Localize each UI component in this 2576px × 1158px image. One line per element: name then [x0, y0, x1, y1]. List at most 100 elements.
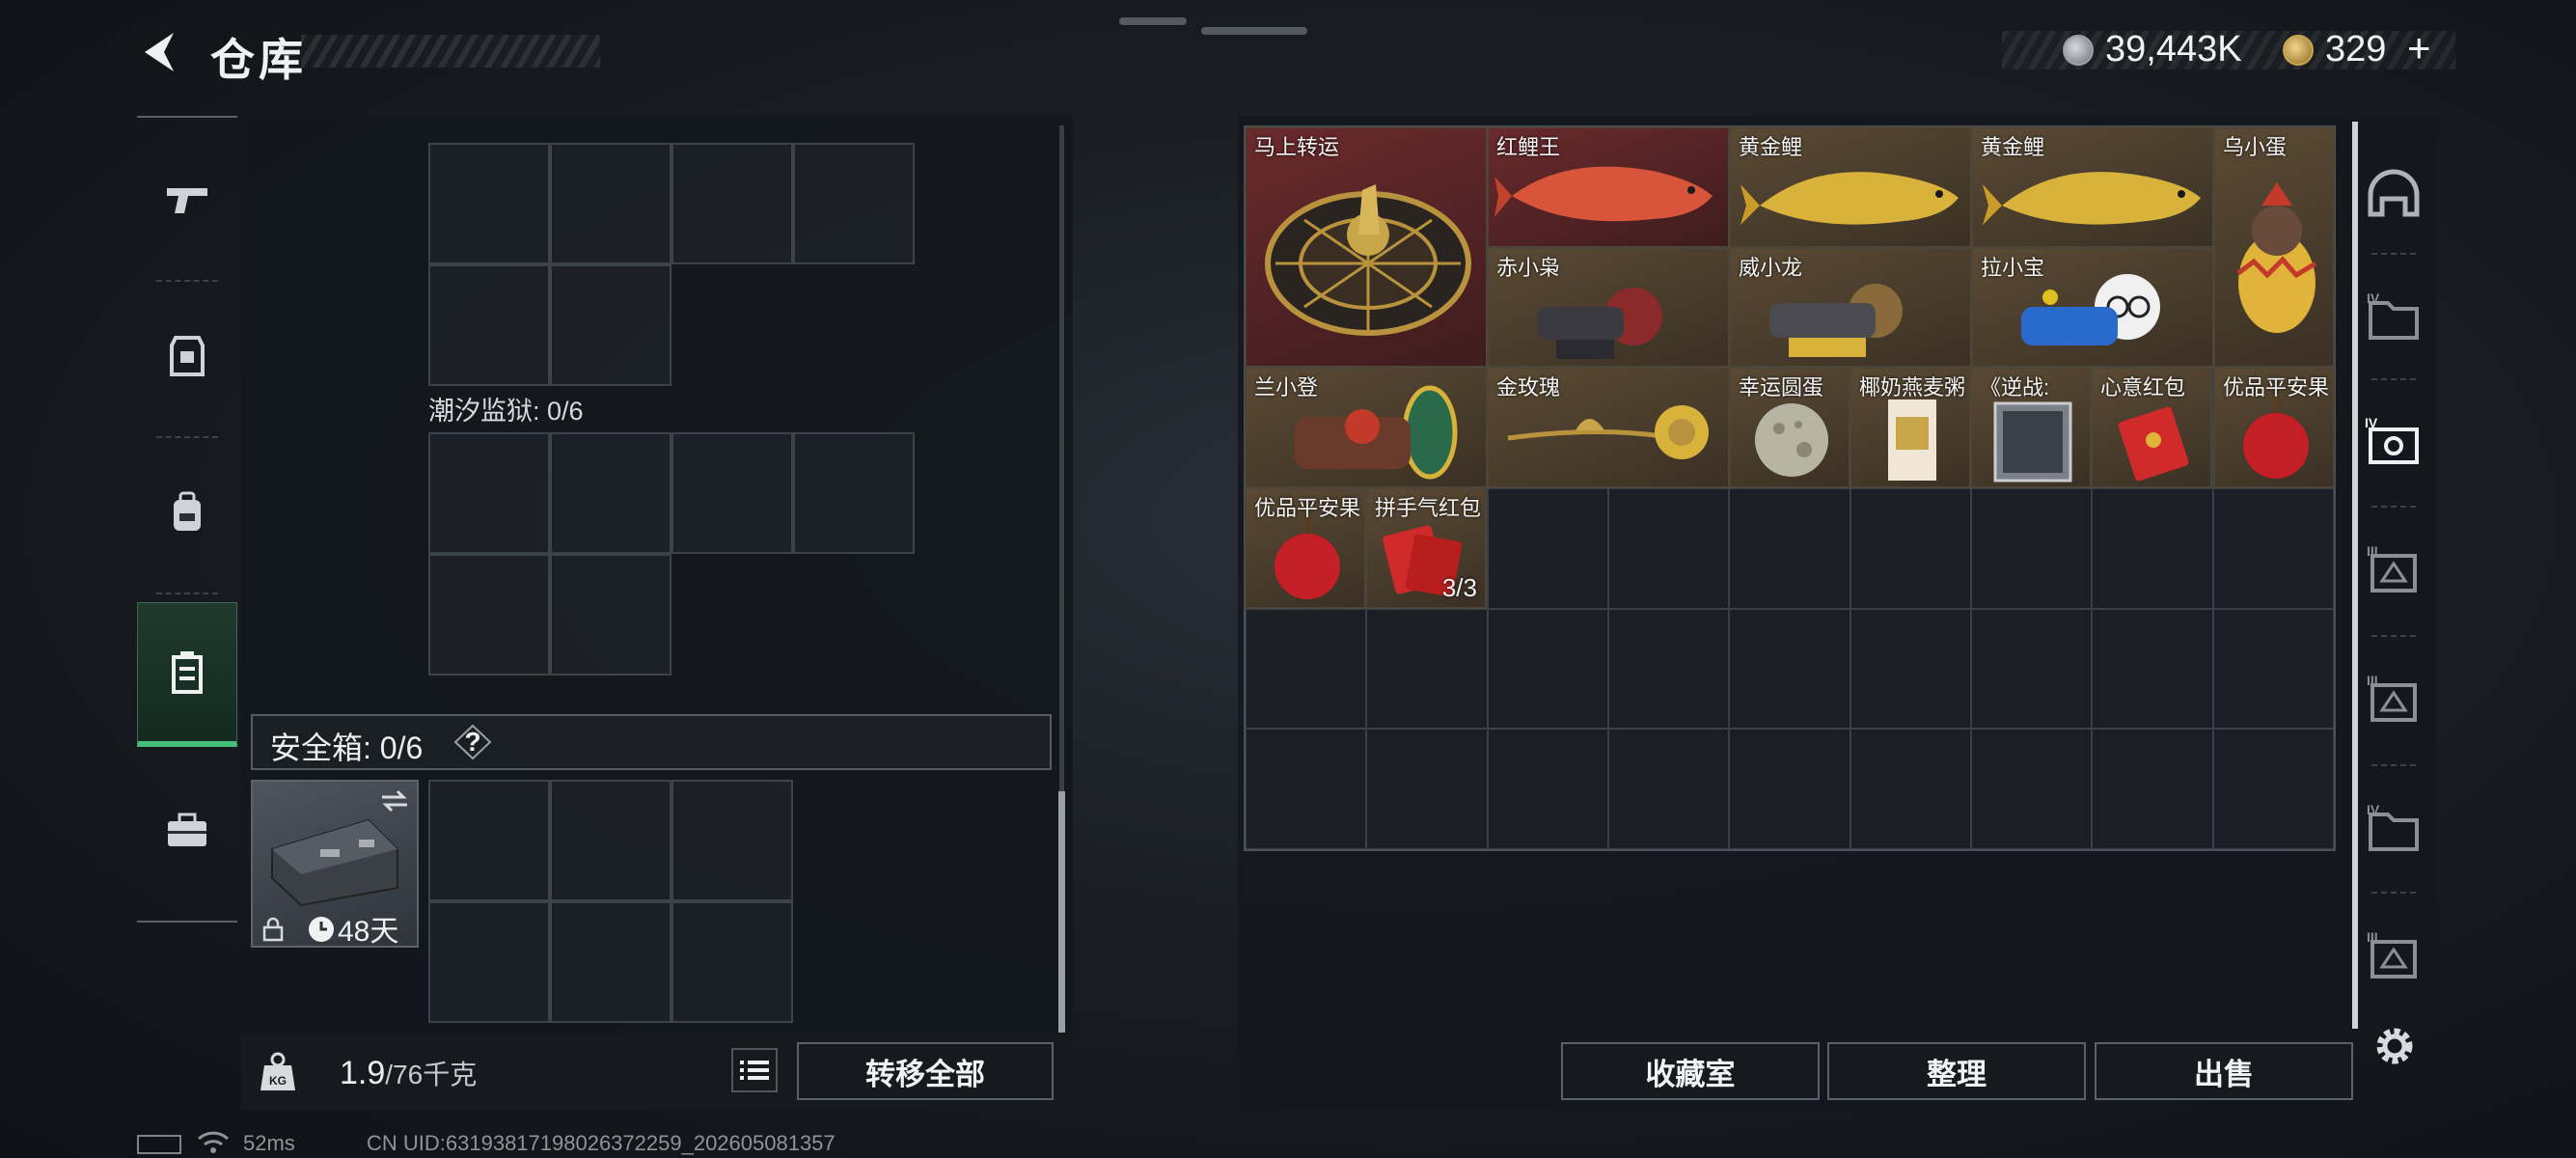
stash-tab[interactable]: III — [2358, 511, 2429, 627]
stash-slot[interactable] — [1850, 488, 1971, 609]
red-envelope-icon — [2118, 406, 2189, 482]
lock-icon — [262, 917, 284, 942]
stash-slot[interactable] — [1850, 729, 1971, 849]
stash-slot[interactable] — [1729, 488, 1850, 609]
settings-gear-icon[interactable] — [2370, 1021, 2420, 1071]
grid-slot[interactable] — [793, 143, 915, 264]
stash-slot[interactable] — [1366, 729, 1488, 849]
stash-tab[interactable]: IV — [2358, 770, 2429, 886]
stash-slot[interactable] — [1608, 729, 1730, 849]
item-count: 3/3 — [1441, 573, 1477, 602]
stash-slot[interactable] — [1608, 608, 1730, 730]
nav-containers[interactable] — [137, 602, 237, 747]
organize-button[interactable]: 整理 — [1827, 1042, 2086, 1100]
stash-tab[interactable]: IV — [2358, 259, 2429, 374]
list-view-button[interactable] — [731, 1048, 778, 1092]
stash-tab[interactable]: III — [2358, 897, 2429, 1013]
inventory-item[interactable]: 优品平安果 — [1245, 487, 1366, 609]
inventory-item[interactable]: 黄金鲤 — [1971, 126, 2214, 248]
ping-text: 52ms — [243, 1131, 295, 1155]
figurine-icon — [1295, 385, 1458, 480]
moon-egg-icon — [1755, 403, 1828, 477]
inventory-item[interactable]: 赤小枭 — [1487, 247, 1730, 368]
stash-slot[interactable] — [2212, 488, 2334, 609]
collection-room-button[interactable]: 收藏室 — [1561, 1042, 1820, 1100]
grid-slot[interactable] — [793, 432, 915, 554]
stash-slot[interactable] — [1608, 488, 1730, 609]
stash-slot[interactable] — [1246, 608, 1367, 730]
inventory-item[interactable]: 乌小蛋 — [2213, 126, 2335, 368]
add-currency-button[interactable]: + — [2407, 25, 2431, 71]
svg-text:III: III — [2367, 929, 2378, 945]
weight-max: /76千克 — [385, 1060, 478, 1089]
grid-slot[interactable] — [550, 143, 671, 264]
inventory-item[interactable]: 拉小宝 — [1971, 247, 2214, 368]
stash-slot[interactable] — [2212, 729, 2334, 849]
transfer-all-button[interactable]: 转移全部 — [797, 1042, 1054, 1100]
stash-slot[interactable] — [2092, 608, 2213, 730]
grid-slot[interactable] — [428, 264, 550, 386]
safebox-slot[interactable] — [671, 780, 793, 901]
stash-slot[interactable] — [1366, 608, 1488, 730]
nav-armor[interactable] — [137, 284, 237, 428]
stash-slot[interactable] — [1246, 729, 1367, 849]
inventory-item[interactable]: 威小龙 — [1729, 247, 1972, 368]
grid-slot[interactable] — [671, 432, 793, 554]
grid-slot[interactable] — [550, 432, 671, 554]
safebox-slot[interactable] — [428, 780, 550, 901]
inventory-item[interactable]: 黄金鲤 — [1729, 126, 1972, 248]
back-arrow-icon[interactable] — [135, 27, 183, 77]
grid-slot[interactable] — [671, 143, 793, 264]
grid-slot[interactable] — [428, 143, 550, 264]
inventory-item[interactable]: 优品平安果 — [2213, 367, 2335, 488]
grid-slot[interactable] — [428, 432, 550, 554]
red-carp-icon — [1494, 166, 1713, 222]
help-label: ? — [464, 727, 481, 757]
svg-text:KG: KG — [269, 1074, 287, 1088]
swap-icon[interactable] — [378, 787, 411, 814]
weight-current: 1.9 — [340, 1055, 386, 1091]
stash-slot[interactable] — [1487, 488, 1608, 609]
inventory-item[interactable]: 金玫瑰 — [1487, 367, 1730, 488]
nav-toolbox[interactable] — [137, 758, 237, 903]
stash-slot[interactable] — [2092, 488, 2213, 609]
inventory-item[interactable]: 拼手气红包 3/3 — [1365, 487, 1487, 609]
inventory-item[interactable]: 幸运圆蛋 — [1729, 367, 1850, 488]
stash-slot[interactable] — [1971, 608, 2093, 730]
nav-backpack[interactable] — [137, 440, 237, 585]
inventory-item[interactable]: 《逆战: — [1970, 367, 2092, 488]
carry-weight: 1.9/76千克 — [340, 1054, 477, 1092]
grid-slot[interactable] — [550, 554, 671, 676]
stash-slot[interactable] — [2092, 729, 2213, 849]
stash-slot[interactable] — [1729, 608, 1850, 730]
inventory-item[interactable]: 红鲤王 — [1487, 126, 1730, 248]
inventory-item[interactable]: 马上转运 — [1245, 126, 1488, 368]
inventory-item[interactable]: 椰奶燕麦粥 — [1850, 367, 1971, 488]
stash-tab-active[interactable]: IV — [2358, 384, 2429, 500]
clock-icon — [309, 917, 334, 942]
stash-slot[interactable] — [1971, 488, 2093, 609]
inventory-item[interactable]: 心意红包 — [2091, 367, 2212, 488]
inventory-item[interactable]: 兰小登 — [1245, 367, 1488, 488]
folder-iv-icon: IV — [2367, 802, 2419, 851]
grid-slot[interactable] — [428, 554, 550, 676]
stash-slot[interactable] — [1729, 729, 1850, 849]
safebox-slot[interactable] — [550, 901, 671, 1023]
stash-tab[interactable] — [2358, 135, 2429, 251]
stash-slot[interactable] — [1487, 608, 1608, 730]
stash-tab[interactable]: III — [2358, 641, 2429, 757]
box-iii-icon: III — [2367, 673, 2417, 722]
nav-weapons[interactable] — [137, 127, 237, 272]
safebox-slot[interactable] — [671, 901, 793, 1023]
list-icon — [740, 1061, 769, 1080]
stash-slot[interactable] — [1487, 729, 1608, 849]
stash-slot[interactable] — [2212, 608, 2334, 730]
safebox-slot[interactable] — [550, 780, 671, 901]
scrollbar-thumb[interactable] — [1058, 791, 1065, 1033]
help-button[interactable]: ? — [453, 724, 492, 760]
safebox-slot[interactable] — [428, 901, 550, 1023]
stash-slot[interactable] — [1971, 729, 2093, 849]
grid-slot[interactable] — [550, 264, 671, 386]
stash-slot[interactable] — [1850, 608, 1971, 730]
sell-button[interactable]: 出售 — [2095, 1042, 2353, 1100]
